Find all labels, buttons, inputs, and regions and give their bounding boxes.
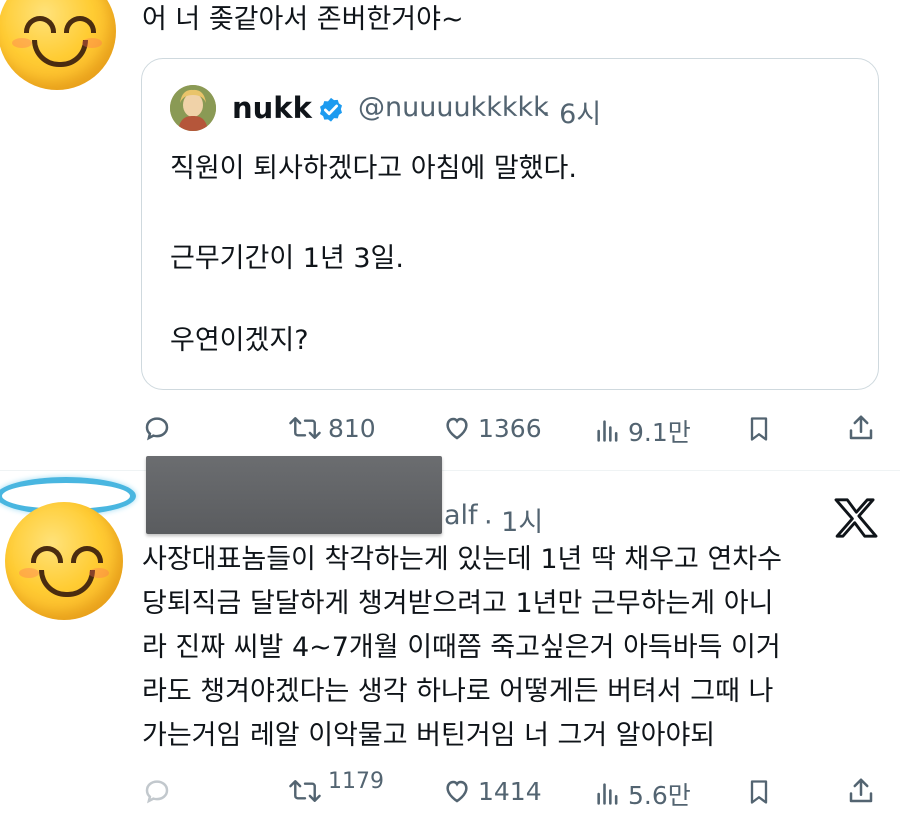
bookmark-button[interactable] [745,776,773,808]
avatar-blush-right [89,568,109,578]
retweet-icon [289,417,321,439]
avatar-eye-left [24,16,56,33]
bookmark-icon [750,780,768,804]
heart-icon [446,417,468,440]
views-count: 5.6만 [628,781,691,810]
quote-display-name[interactable]: nukk [232,91,312,125]
tweet-line: 사장대표놈들이 착각하는게 있는데 1년 딱 채우고 연차수 [142,544,782,575]
tweet-line: 라도 챙겨야겠다는 생각 하나로 어떻게든 버텨서 그때 나 [142,676,774,707]
bookmark-icon [750,417,768,441]
like-count: 1366 [478,413,542,443]
avatar-blush-left [19,568,39,578]
quote-line-1: 직원이 퇴사하겠다고 아침에 말했다. [170,153,577,184]
avatar[interactable] [5,502,123,620]
tweet-handle[interactable]: alf [444,500,478,531]
reply-icon [145,417,169,441]
avatar-mouth [32,40,88,67]
retweet-count: 1179 [328,768,384,794]
like-button[interactable]: 1366 [442,413,542,443]
like-button[interactable]: 1414 [442,776,542,806]
share-button[interactable] [846,776,876,806]
avatar-eye-right [64,16,96,33]
avatar[interactable] [0,0,116,90]
quote-tweet-card[interactable]: nukk @nuuuukkkkk · 6시 직원이 퇴사하겠다고 아침에 말했다… [141,58,879,390]
bookmark-button[interactable] [745,413,773,445]
avatar-eye-right [71,546,103,563]
quote-handle[interactable]: @nuuuukkkkk [358,92,549,123]
reply-button[interactable] [142,413,172,443]
share-button[interactable] [846,413,876,443]
views-count: 9.1만 [628,418,691,447]
redaction-box [146,456,442,534]
quote-time[interactable]: · 6시 [542,92,601,131]
share-icon [849,415,873,440]
heart-icon [446,780,468,803]
retweet-button[interactable]: 810 [288,413,376,443]
avatar-eye-left [31,546,63,563]
verified-badge-icon [320,97,342,122]
avatar-blush-right [82,38,102,48]
tweet-1: 어 너 좆같아서 존버한거야~ nukk @nuuuukkkkk · 6시 직원… [0,0,900,465]
retweet-button[interactable]: 1179 [288,769,384,806]
retweet-icon [289,780,321,802]
tweet-time[interactable]: · 1시 [484,500,543,539]
portrait-image [170,85,216,131]
quote-line-2: 근무기간이 1년 3일. [170,243,404,274]
quote-line-3: 우연이겠지? [170,325,309,356]
views-icon [597,783,618,805]
reply-icon [145,780,169,804]
avatar-mouth [39,570,95,597]
x-logo-icon[interactable] [834,498,878,538]
views-button[interactable]: 5.6만 [594,776,691,812]
like-count: 1414 [478,776,542,806]
tweet-2: alf · 1시 사장대표놈들이 착각하는게 있는데 1년 딱 채우고 연차수 … [0,456,900,828]
avatar-blush-left [12,38,32,48]
tweet-line: 당퇴직금 달달하게 챙겨받으려고 1년만 근무하는게 아니 [142,588,774,619]
share-icon [849,778,873,803]
tweet-line: 라 진짜 씨발 4~7개월 이때쯤 죽고싶은거 아득바득 이거 [142,632,781,663]
reply-button[interactable] [142,776,172,806]
tweet-line: 가는거임 레알 이악물고 버틴거임 너 그거 알아야되 [142,720,716,751]
views-icon [597,420,618,442]
views-button[interactable]: 9.1만 [594,413,691,449]
quote-avatar[interactable] [170,85,216,131]
retweet-count: 810 [328,413,376,443]
tweet-text: 어 너 좆같아서 존버한거야~ [142,4,464,35]
tweet-body: 사장대표놈들이 착각하는게 있는데 1년 딱 채우고 연차수 당퇴직금 달달하게… [142,538,882,758]
